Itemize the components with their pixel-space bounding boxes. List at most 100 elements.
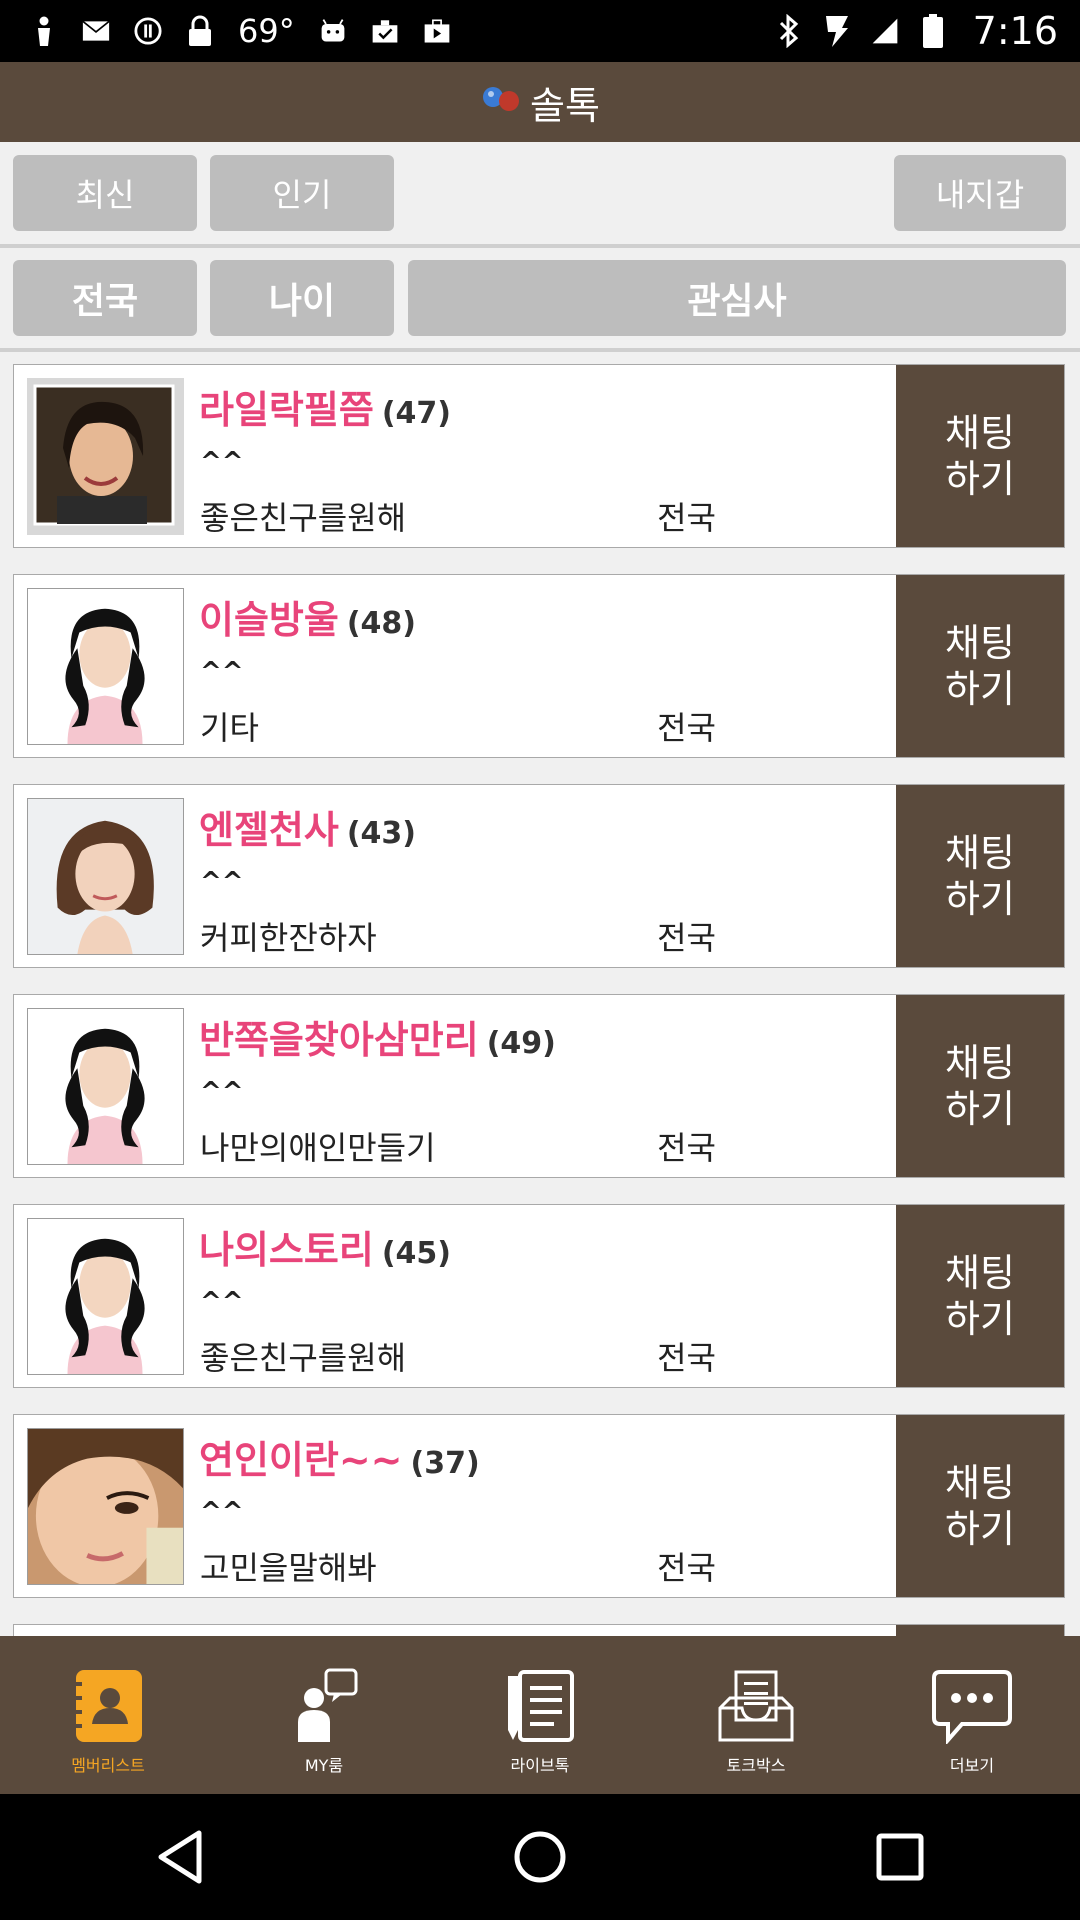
- chat-button-line2: 하기: [945, 667, 1015, 711]
- age: (49): [486, 1026, 556, 1061]
- status-message: ^^: [200, 1077, 244, 1107]
- photo-woman-closeup-icon: [28, 1429, 183, 1584]
- member-card[interactable]: 반쪽을찾아삼만리 (49) ^^ 나만의애인만들기 전국 채팅 하기: [13, 994, 1065, 1178]
- mail-icon: [82, 16, 110, 46]
- briefcase-icon: [423, 16, 451, 46]
- intro-text: 커피한잔하자: [200, 919, 377, 957]
- status-message: ^^: [200, 1497, 244, 1527]
- nickname: 엔젤천사: [199, 808, 339, 852]
- bottom-navigation: 멤버리스트 MY룸 라이브톡 토크박스 더보기: [0, 1636, 1080, 1794]
- chat-button[interactable]: 채팅 하기: [896, 1415, 1064, 1597]
- chat-button-line1: 채팅: [945, 1461, 1015, 1505]
- avatar[interactable]: [27, 1428, 184, 1585]
- temperature-text: 69°: [238, 12, 295, 50]
- battery-icon: [919, 14, 947, 48]
- divider: [0, 348, 1080, 352]
- chat-button-line1: 채팅: [945, 621, 1015, 665]
- member-list-icon: [66, 1666, 150, 1746]
- chat-button-line2: 하기: [945, 1297, 1015, 1341]
- status-message: ^^: [200, 1287, 244, 1317]
- nav-my-room[interactable]: MY룸: [216, 1636, 432, 1794]
- avatar[interactable]: [27, 798, 184, 955]
- age: (45): [381, 1236, 451, 1271]
- chat-button[interactable]: 채팅 하기: [896, 575, 1064, 757]
- chat-button[interactable]: 채팅 하기: [896, 995, 1064, 1177]
- age-filter-button[interactable]: 나이: [210, 260, 394, 336]
- member-card[interactable]: [13, 1624, 1065, 1636]
- status-bar: 69° 7:16: [0, 0, 1080, 62]
- chat-button-line1: 채팅: [945, 1251, 1015, 1295]
- interest-filter-button[interactable]: 관심사: [408, 260, 1066, 336]
- clipboard-icon: [371, 16, 399, 46]
- back-icon[interactable]: [140, 1817, 220, 1897]
- chat-button-line1: 채팅: [945, 411, 1015, 455]
- region-text: 전국: [657, 1549, 716, 1587]
- nav-live-talk[interactable]: 라이브톡: [432, 1636, 648, 1794]
- intro-text: 고민을말해봐: [200, 1549, 377, 1587]
- latest-button[interactable]: 최신: [13, 155, 197, 231]
- member-card[interactable]: 이슬방울 (48) ^^ 기타 전국 채팅 하기: [13, 574, 1065, 758]
- region-text: 전국: [657, 499, 716, 537]
- region-text: 전국: [657, 919, 716, 957]
- chat-button-line1: 채팅: [945, 1041, 1015, 1085]
- intro-text: 좋은친구를원해: [200, 499, 407, 537]
- default-female-avatar-icon: [28, 1009, 183, 1164]
- avatar[interactable]: [27, 378, 184, 535]
- nav-more[interactable]: 더보기: [864, 1636, 1080, 1794]
- nickname: 반쪽을찾아삼만리: [199, 1018, 479, 1062]
- region-text: 전국: [657, 709, 716, 747]
- bluetooth-icon: [775, 14, 803, 48]
- nav-talk-box[interactable]: 토크박스: [648, 1636, 864, 1794]
- status-message: ^^: [200, 447, 244, 477]
- region-text: 전국: [657, 1129, 716, 1167]
- person-icon: [30, 16, 58, 46]
- nav-label: 더보기: [949, 1756, 995, 1775]
- flash-icon: [823, 16, 851, 47]
- signal-icon: [871, 16, 899, 46]
- more-icon: [930, 1666, 1014, 1746]
- chat-button-line2: 하기: [945, 457, 1015, 501]
- app-title: 솔톡: [530, 83, 600, 128]
- chat-button[interactable]: 채팅 하기: [896, 1205, 1064, 1387]
- system-navigation-bar: [0, 1794, 1080, 1920]
- age: (47): [381, 396, 451, 431]
- intro-text: 좋은친구를원해: [200, 1339, 407, 1377]
- recents-icon[interactable]: [860, 1817, 940, 1897]
- nav-member-list[interactable]: 멤버리스트: [0, 1636, 216, 1794]
- chat-button-line1: 채팅: [945, 831, 1015, 875]
- chat-button[interactable]: 채팅 하기: [896, 365, 1064, 547]
- lock-icon: [186, 15, 214, 46]
- nickname: 라일락필쯤: [199, 388, 374, 432]
- member-card[interactable]: 연인이란~~ (37) ^^ 고민을말해봐 전국 채팅 하기: [13, 1414, 1065, 1598]
- intro-text: 기타: [200, 709, 259, 747]
- member-card[interactable]: 엔젤천사 (43) ^^ 커피한잔하자 전국 채팅 하기: [13, 784, 1065, 968]
- member-card[interactable]: 라일락필쯤 (47) ^^ 좋은친구를원해 전국 채팅 하기: [13, 364, 1065, 548]
- chat-button-line2: 하기: [945, 1507, 1015, 1551]
- talk-box-icon: [714, 1666, 798, 1746]
- avatar[interactable]: [27, 588, 184, 745]
- status-message: ^^: [200, 867, 244, 897]
- nav-label: 토크박스: [726, 1756, 786, 1775]
- nav-label: 라이브톡: [510, 1756, 570, 1775]
- popular-button[interactable]: 인기: [210, 155, 394, 231]
- default-female-avatar-icon: [28, 1219, 183, 1374]
- home-icon[interactable]: [500, 1817, 580, 1897]
- intro-text: 나만의애인만들기: [200, 1129, 436, 1167]
- android-icon: [319, 16, 347, 46]
- avatar[interactable]: [27, 1008, 184, 1165]
- chat-button[interactable]: 채팅 하기: [896, 785, 1064, 967]
- my-wallet-button[interactable]: 내지갑: [894, 155, 1066, 231]
- age: (48): [346, 606, 417, 641]
- member-list[interactable]: 라일락필쯤 (47) ^^ 좋은친구를원해 전국 채팅 하기 이슬방울 (48): [13, 364, 1067, 1636]
- divider: [0, 244, 1080, 248]
- member-card[interactable]: 나의스토리 (45) ^^ 좋은친구를원해 전국 채팅 하기: [13, 1204, 1065, 1388]
- avatar[interactable]: [27, 1218, 184, 1375]
- photo-woman-bob-hair-icon: [28, 799, 183, 954]
- nickname: 나의스토리: [199, 1228, 374, 1272]
- region-filter-button[interactable]: 전국: [13, 260, 197, 336]
- chat-button-line2: 하기: [945, 1087, 1015, 1131]
- info-icon: [134, 16, 162, 46]
- chat-button[interactable]: [896, 1625, 1064, 1636]
- people-chat-logo-icon: [480, 83, 524, 121]
- clock-text: 7:16: [972, 9, 1058, 53]
